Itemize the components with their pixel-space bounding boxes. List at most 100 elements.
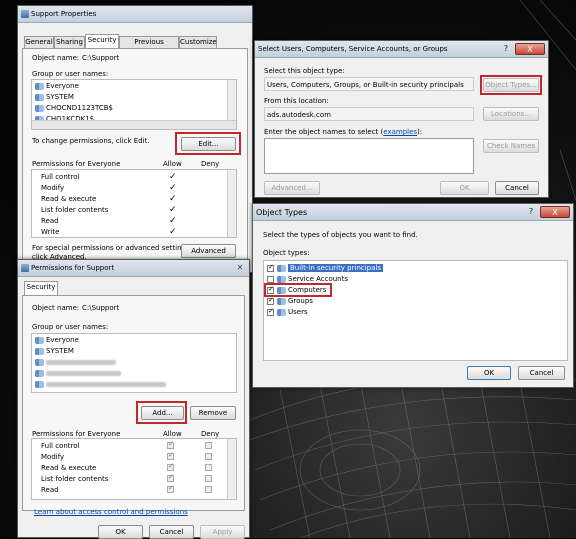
title-bar: Permissions for Support ✕ [18,260,249,277]
permission-row: Read [41,486,59,494]
title-bar: Support Properties [18,6,252,23]
user-group-icon [35,82,44,90]
user-icon [35,380,44,388]
window-title: Select Users, Computers, Service Account… [258,45,448,53]
permission-row: Modify [41,453,65,461]
list-item[interactable]: Everyone [35,336,79,344]
checkbox[interactable] [267,296,274,305]
special-permissions-text: For special permissions or advanced sett… [32,244,192,252]
advanced-button[interactable]: Advanced [181,244,236,258]
remove-button[interactable]: Remove [190,406,236,420]
permissions-scrollbar[interactable] [227,439,236,499]
list-item[interactable]: Groups [267,296,313,305]
deny-checkbox[interactable] [205,475,212,482]
allow-check-icon: ✓ [169,194,177,204]
list-item[interactable]: Service Accounts [267,275,348,283]
ok-button[interactable]: OK [467,366,511,380]
object-types-window: Object Types ? X Select the types of obj… [252,203,574,388]
permission-row: Full control [41,173,80,181]
object-names-input[interactable] [264,138,474,174]
list-item[interactable]: Built-in security principals [267,263,383,272]
ok-button[interactable]: OK [98,525,143,539]
tab-customize[interactable]: Customize [179,36,217,48]
list-item[interactable]: SYSTEM [35,93,74,101]
computer-icon [35,369,44,377]
allow-check-icon: ✓ [169,205,177,215]
advanced-button[interactable]: Advanced... [264,181,320,195]
deny-checkbox[interactable] [205,442,212,449]
group-names-label: Group or user names: [32,70,109,78]
allow-checkbox[interactable] [167,462,174,471]
object-types-label: Object types: [263,249,310,257]
location-label: From this location: [264,97,329,105]
ok-button[interactable]: OK [440,181,489,195]
select-users-window: Select Users, Computers, Service Account… [254,40,549,198]
permissions-for-label: Permissions for Everyone [32,430,121,438]
cancel-button[interactable]: Cancel [495,181,539,195]
help-icon[interactable]: ? [523,206,539,218]
highlight-box [175,132,241,155]
group-list: Everyone SYSTEM [31,333,237,393]
group-list-scrollbar[interactable] [227,80,236,121]
instruction-text: Select the types of objects you want to … [263,231,418,239]
object-name-label: Object name: [32,304,80,312]
deny-header: Deny [201,430,220,438]
deny-checkbox[interactable] [205,453,212,460]
allow-checkbox[interactable] [167,484,174,493]
permissions-scrollbar[interactable] [227,170,236,237]
allow-check-icon: ✓ [169,216,177,226]
checkbox[interactable] [267,275,274,283]
tab-security[interactable]: Security [24,281,58,296]
close-icon[interactable]: X [515,43,545,55]
close-icon[interactable]: ✕ [235,262,245,274]
window-title: Object Types [256,208,308,217]
deny-checkbox[interactable] [205,464,212,471]
object-type-field: Users, Computers, Groups, or Built-in se… [264,77,474,91]
checkbox[interactable] [267,307,274,316]
blurred-list-item [35,380,166,388]
locations-button[interactable]: Locations... [483,107,539,121]
list-item[interactable]: CHOCND1123TCB$ [35,104,113,112]
location-value: ads.autodesk.com [267,111,331,119]
permissions-for-support-window: Permissions for Support ✕ Security Objec… [17,259,250,539]
tab-previous-versions[interactable]: Previous Versions [119,36,179,57]
user-group-icon [35,336,44,344]
cancel-button[interactable]: Cancel [149,525,194,539]
access-control-link[interactable]: Learn about access control and permissio… [34,508,188,516]
cancel-button[interactable]: Cancel [518,366,565,380]
check-names-button[interactable]: Check Names [483,139,539,153]
horizontal-scrollbar[interactable] [32,120,236,129]
highlight-box [480,75,542,95]
user-icon [277,308,286,316]
apply-button[interactable]: Apply [200,525,245,539]
close-icon[interactable]: X [540,206,570,218]
permissions-list: Full control Modify Read & execute List … [31,169,237,238]
help-icon[interactable]: ? [498,43,514,55]
object-types-list: Built-in security principals Service Acc… [263,260,568,361]
checkbox[interactable] [267,263,274,272]
support-properties-window: Support Properties General Sharing Secur… [17,5,253,273]
allow-checkbox[interactable] [167,473,174,482]
group-list: Everyone SYSTEM CHOCND1123TCB$ CHO1KCDK1… [31,79,237,130]
permission-row: Read & execute [41,464,97,472]
deny-checkbox[interactable] [205,486,212,493]
allow-header: Allow [163,160,182,168]
permission-row: Read & execute [41,195,97,203]
computer-icon [35,104,44,112]
list-item[interactable]: Everyone [35,82,79,90]
permission-row: Write [41,228,60,236]
window-title: Support Properties [31,10,97,18]
deny-header: Deny [201,160,220,168]
folder-icon [21,264,29,272]
list-item[interactable]: Users [267,307,308,316]
list-item[interactable]: SYSTEM [35,347,74,355]
permission-row: List folder contents [41,475,109,483]
examples-link[interactable]: examples [383,128,417,136]
tab-general[interactable]: General [24,36,54,48]
allow-checkbox[interactable] [167,440,174,449]
allow-checkbox[interactable] [167,451,174,460]
service-account-icon [277,275,286,283]
tab-sharing[interactable]: Sharing [54,36,85,48]
tab-security[interactable]: Security [85,34,119,49]
permission-row: Full control [41,442,80,450]
